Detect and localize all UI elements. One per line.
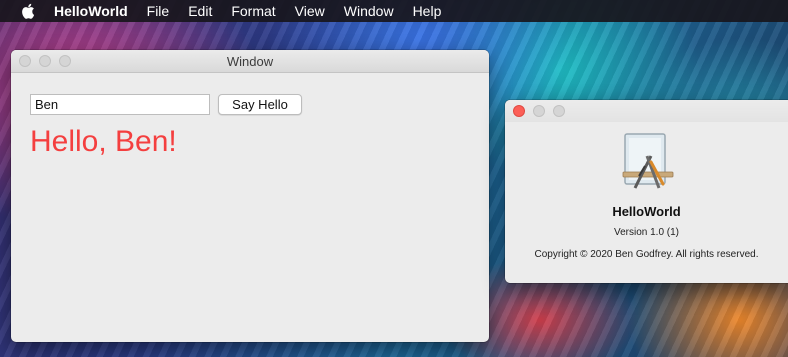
close-button[interactable] (19, 55, 31, 67)
apple-logo-icon[interactable] (20, 3, 36, 19)
minimize-button[interactable] (39, 55, 51, 67)
menu-window[interactable]: Window (344, 3, 394, 19)
about-copyright: Copyright © 2020 Ben Godfrey. All rights… (534, 249, 759, 260)
zoom-button[interactable] (59, 55, 71, 67)
about-window-titlebar[interactable] (505, 100, 788, 122)
menu-bar: HelloWorld File Edit Format View Window … (0, 0, 788, 22)
name-input[interactable] (30, 94, 210, 115)
menu-help[interactable]: Help (413, 3, 442, 19)
menu-format[interactable]: Format (231, 3, 275, 19)
zoom-button[interactable] (553, 105, 565, 117)
main-window-titlebar[interactable]: Window (11, 50, 489, 73)
menu-edit[interactable]: Edit (188, 3, 212, 19)
window-controls (513, 105, 565, 117)
menu-app-name[interactable]: HelloWorld (54, 3, 128, 19)
window-title: Window (226, 53, 274, 69)
about-window: HelloWorld Version 1.0 (1) Copyright © 2… (505, 100, 788, 283)
about-version: Version 1.0 (1) (613, 227, 680, 238)
close-button[interactable] (513, 105, 525, 117)
about-app-name: HelloWorld (612, 204, 681, 219)
greeting-label: Hello, Ben! (30, 125, 177, 158)
say-hello-button[interactable]: Say Hello (218, 94, 302, 115)
menu-file[interactable]: File (147, 3, 170, 19)
window-controls (19, 55, 71, 67)
xcode-app-icon (621, 132, 677, 192)
minimize-button[interactable] (533, 105, 545, 117)
menu-view[interactable]: View (295, 3, 325, 19)
main-window: Window Say Hello Hello, Ben! (11, 50, 489, 342)
main-window-content: Say Hello Hello, Ben! (11, 73, 489, 342)
